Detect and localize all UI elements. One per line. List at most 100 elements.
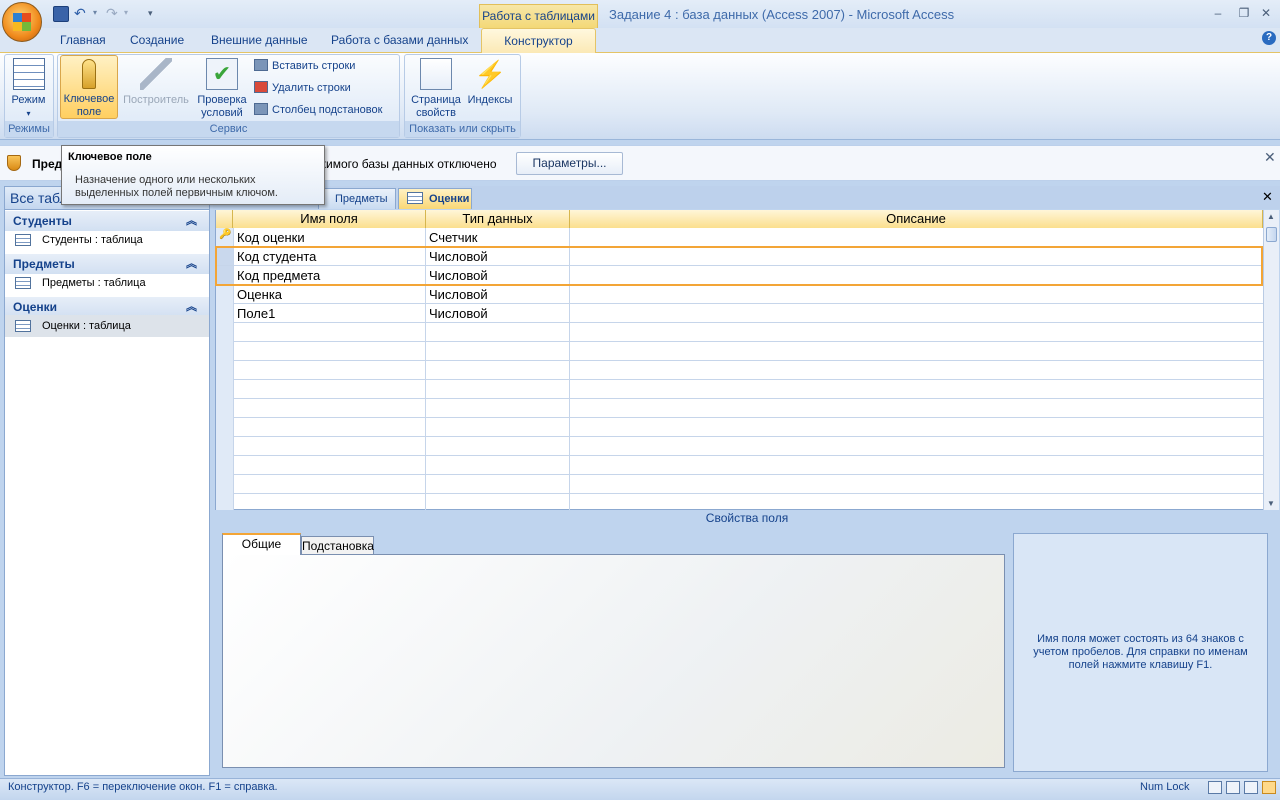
close-document-icon[interactable]: ✕ — [1262, 189, 1273, 205]
builder-button[interactable]: Построитель — [120, 58, 192, 107]
column-header-data-type: Тип данных — [426, 210, 570, 228]
group-label: Режимы — [5, 121, 53, 137]
tooltip: Ключевое поле Назначение одного или неск… — [61, 145, 325, 205]
nav-group-subjects[interactable]: Предметы ︽ — [5, 254, 209, 274]
field-name-cell[interactable]: Код оценки — [234, 228, 305, 247]
column-divider — [569, 228, 570, 510]
insert-rows-icon — [254, 59, 268, 71]
close-icon[interactable]: ✕ — [1258, 6, 1274, 20]
redo-dropdown-icon[interactable]: ▾ — [124, 6, 140, 22]
field-name-cell[interactable]: Код студента — [234, 247, 316, 266]
insert-rows-label: Вставить строки — [272, 60, 356, 72]
delete-rows-button[interactable]: Удалить строки — [254, 79, 351, 97]
indexes-label: Индексы — [467, 94, 513, 106]
property-sheet-label-1: Страница — [411, 94, 461, 106]
mode-button[interactable]: Режим ▾ — [6, 58, 51, 120]
tab-external-data[interactable]: Внешние данные — [211, 33, 308, 47]
key-label-1: Ключевое — [63, 93, 115, 105]
nav-item-label: Оценки : таблица — [42, 320, 131, 332]
row-selector[interactable] — [216, 247, 233, 266]
restore-icon[interactable]: ❐ — [1236, 6, 1252, 20]
column-header-field-name: Имя поля — [233, 210, 426, 228]
message-text-end: жимого базы данных отключено — [318, 157, 497, 171]
delete-rows-icon — [254, 81, 268, 93]
builder-wand-icon — [140, 58, 172, 90]
doc-tab-label: Оценки — [429, 193, 470, 205]
check-label-1: Проверка — [197, 94, 247, 106]
lookup-column-button[interactable]: Столбец подстановок — [254, 101, 382, 119]
design-view-icon[interactable] — [1262, 781, 1276, 794]
doc-tab-grades[interactable]: Оценки — [398, 188, 472, 209]
select-all-corner[interactable] — [216, 210, 233, 228]
property-sheet-button[interactable]: Страница свойств — [408, 58, 464, 120]
undo-icon[interactable]: ↶ — [74, 6, 90, 22]
check-label-2: условий — [201, 107, 243, 119]
message-text-start: Пред — [32, 157, 63, 171]
shield-icon — [7, 155, 21, 171]
pivot-table-icon[interactable] — [1226, 781, 1240, 794]
insert-rows-button[interactable]: Вставить строки — [254, 57, 355, 75]
nav-group-label: Студенты — [13, 214, 72, 228]
field-name-cell[interactable]: Поле1 — [234, 304, 275, 323]
row-selector[interactable] — [216, 266, 233, 285]
data-type-cell[interactable]: Числовой — [426, 285, 488, 304]
help-icon[interactable]: ? — [1262, 31, 1276, 45]
field-name-cell[interactable]: Оценка — [234, 285, 282, 304]
doc-tab-label: Предметы — [335, 193, 388, 205]
primary-key-button[interactable]: Ключевое поле — [60, 55, 118, 119]
tab-lookup[interactable]: Подстановка — [301, 536, 374, 555]
data-type-cell[interactable]: Числовой — [426, 266, 488, 285]
save-icon[interactable] — [53, 6, 69, 22]
options-button[interactable]: Параметры... — [516, 152, 623, 175]
nav-item-subjects-table[interactable]: Предметы : таблица — [5, 272, 209, 294]
nav-item-students-table[interactable]: Студенты : таблица — [5, 229, 209, 251]
scroll-thumb[interactable] — [1266, 227, 1277, 242]
key-icon — [82, 59, 96, 89]
data-type-cell[interactable]: Числовой — [426, 247, 488, 266]
field-name-cell[interactable]: Код предмета — [234, 266, 320, 285]
properties-panel — [222, 554, 1005, 768]
nav-item-label: Студенты : таблица — [42, 234, 143, 246]
nav-item-grades-table[interactable]: Оценки : таблица — [5, 315, 209, 337]
collapse-icon: ︽ — [186, 258, 197, 270]
property-help-box: Имя поля может состоять из 64 знаков с у… — [1013, 533, 1268, 772]
customize-qat-icon[interactable]: ▾ — [148, 6, 164, 22]
group-label: Сервис — [58, 121, 399, 137]
test-rules-button[interactable]: ✔ Проверка условий — [194, 58, 250, 120]
status-text: Конструктор. F6 = переключение окон. F1 … — [8, 781, 278, 793]
scroll-down-icon[interactable]: ▼ — [1267, 499, 1275, 508]
close-message-bar-icon[interactable]: ✕ — [1264, 149, 1276, 166]
tab-database-tools[interactable]: Работа с базами данных — [331, 33, 468, 47]
tab-general[interactable]: Общие — [222, 533, 301, 555]
numlock-indicator: Num Lock — [1140, 781, 1190, 793]
collapse-icon: ︽ — [186, 301, 197, 313]
vertical-scrollbar[interactable]: ▲ ▼ — [1263, 210, 1279, 510]
doc-tab-subjects[interactable]: Предметы — [318, 188, 396, 209]
data-type-cell[interactable]: Счетчик — [426, 228, 478, 247]
check-rules-icon: ✔ — [206, 58, 238, 90]
nav-group-label: Оценки — [13, 300, 58, 314]
tab-home[interactable]: Главная — [60, 33, 106, 47]
grid-lines — [216, 228, 1263, 510]
indexes-button[interactable]: ⚡ Индексы — [465, 58, 515, 107]
group-label: Показать или скрыть — [405, 121, 520, 137]
datasheet-view-icon[interactable] — [1208, 781, 1222, 794]
tab-create[interactable]: Создание — [130, 33, 184, 47]
minimize-icon[interactable]: – — [1210, 6, 1226, 20]
nav-group-label: Предметы — [13, 257, 75, 271]
data-type-cell[interactable]: Числовой — [426, 304, 488, 323]
table-icon — [15, 277, 31, 289]
tab-design[interactable]: Конструктор — [481, 28, 596, 53]
datasheet-view-icon — [12, 58, 45, 90]
builder-label: Построитель — [123, 94, 189, 106]
property-sheet-icon — [420, 58, 452, 90]
key-label-2: поле — [76, 106, 102, 118]
lookup-column-icon — [254, 103, 268, 115]
pivot-chart-icon[interactable] — [1244, 781, 1258, 794]
nav-group-students[interactable]: Студенты ︽ — [5, 211, 209, 231]
delete-rows-label: Удалить строки — [272, 82, 351, 94]
redo-icon[interactable]: ↷ — [106, 6, 122, 22]
scroll-up-icon[interactable]: ▲ — [1267, 212, 1275, 221]
nav-group-grades[interactable]: Оценки ︽ — [5, 297, 209, 317]
office-button[interactable] — [2, 2, 42, 42]
